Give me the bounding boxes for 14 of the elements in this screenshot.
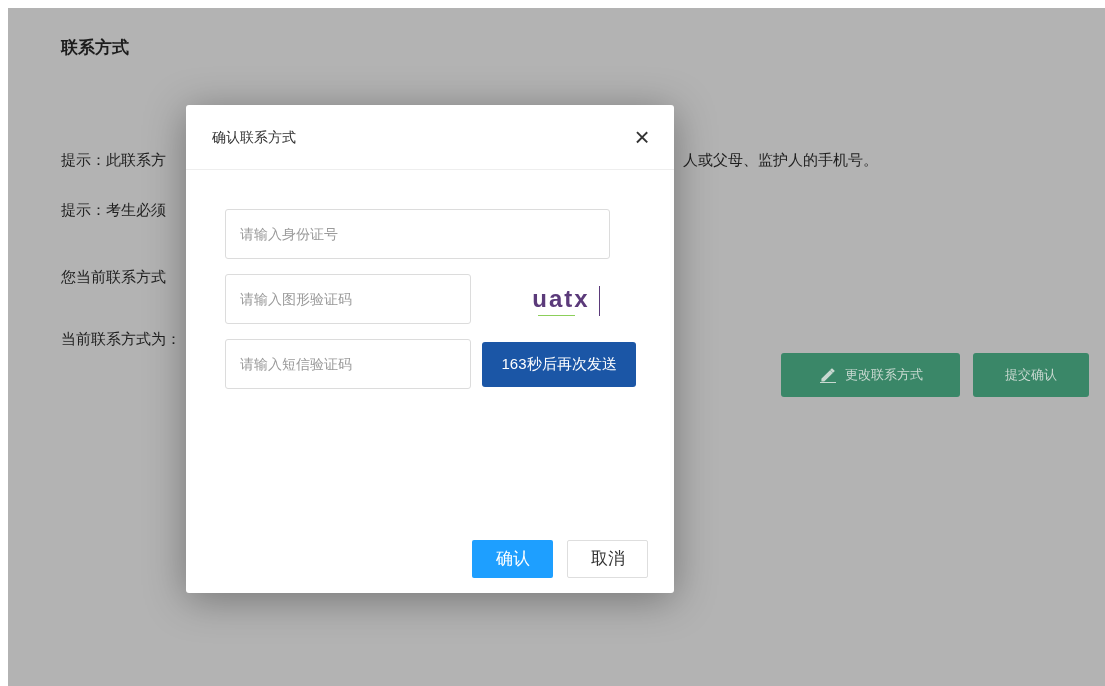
hint-text: 提示：此联系方 (61, 149, 166, 170)
hint-text: 当前联系方式为： (61, 328, 181, 349)
sms-code-field[interactable]: 请输入短信验证码 (225, 339, 471, 389)
hint-text: 提示：考生必须 (61, 199, 166, 220)
pencil-icon (818, 367, 837, 383)
captcha-image[interactable]: uatx (516, 276, 606, 322)
page-title: 联系方式 (61, 37, 130, 59)
hint-text: 您当前联系方式 (61, 266, 166, 287)
close-button[interactable]: × (630, 125, 654, 149)
cancel-button[interactable]: 取消 (567, 540, 648, 578)
captcha-field[interactable]: 请输入图形验证码 (225, 274, 471, 324)
hint-text: 人或父母、监护人的手机号。 (683, 149, 878, 170)
id-number-field[interactable]: 请输入身份证号 (225, 209, 610, 259)
dialog-title: 确认联系方式 (212, 127, 296, 147)
